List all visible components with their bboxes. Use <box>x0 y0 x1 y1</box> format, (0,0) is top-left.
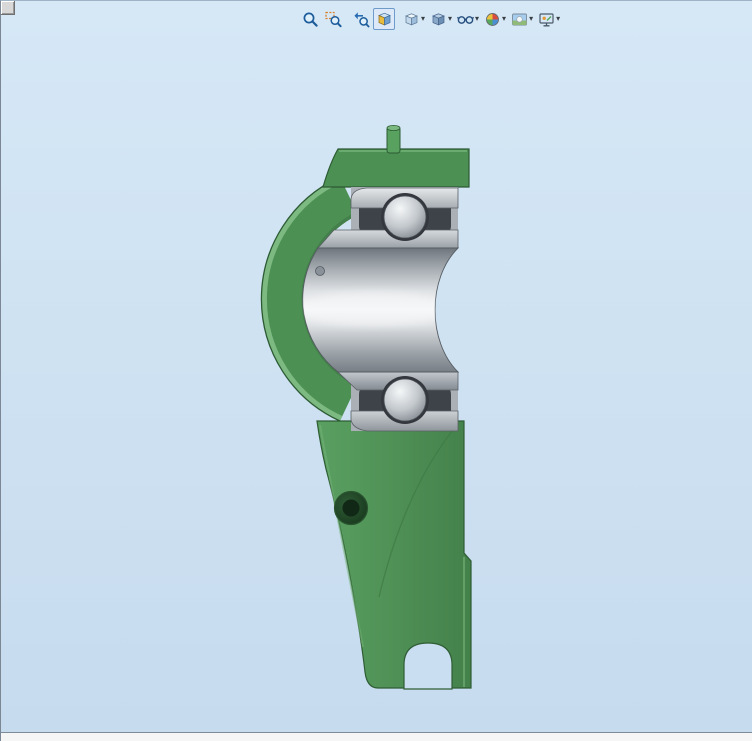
housing-top-face <box>322 148 470 188</box>
scene-picture-icon <box>512 13 528 25</box>
glasses-icon <box>457 15 474 24</box>
display-style-button[interactable]: ▾ <box>428 8 454 30</box>
lube-hole <box>315 266 325 276</box>
heads-up-toolbar: ▾ ▾ ▾ ▾ ▾ ▾ <box>299 7 562 31</box>
dropdown-caret[interactable]: ▾ <box>421 15 425 23</box>
monitor-icon <box>539 12 554 26</box>
previous-view-button[interactable] <box>350 8 372 30</box>
edit-appearance-button[interactable]: ▾ <box>482 8 508 30</box>
dropdown-caret[interactable]: ▾ <box>529 15 533 23</box>
view-orientation-button[interactable]: ▾ <box>401 8 427 30</box>
base-slot-notch <box>403 642 453 690</box>
viewport-canvas[interactable] <box>1 1 752 734</box>
graphics-area <box>1 1 752 734</box>
dropdown-caret[interactable]: ▾ <box>502 15 506 23</box>
dropdown-caret[interactable]: ▾ <box>556 15 560 23</box>
orientation-cube-icon <box>405 12 418 25</box>
zoom-to-fit-button[interactable] <box>299 8 321 30</box>
back-arrow-lens-icon <box>353 11 369 27</box>
shaded-cube-icon <box>432 12 445 25</box>
app-window: ▾ ▾ ▾ ▾ ▾ ▾ <box>0 0 752 741</box>
dropdown-caret[interactable]: ▾ <box>448 15 452 23</box>
section-view-button[interactable] <box>373 8 395 30</box>
magnifier-icon <box>303 12 318 27</box>
apply-scene-button[interactable]: ▾ <box>509 8 535 30</box>
status-bar <box>1 732 752 741</box>
bearing-ball-top <box>383 195 427 239</box>
color-ball-icon <box>486 12 499 26</box>
hide-show-items-button[interactable]: ▾ <box>455 8 481 30</box>
dropdown-caret[interactable]: ▾ <box>475 15 479 23</box>
magnifier-area-icon <box>324 11 342 27</box>
section-cube-icon <box>377 12 391 26</box>
bearing-ball-bottom <box>383 378 427 422</box>
zoom-to-area-button[interactable] <box>322 8 344 30</box>
corner-grip[interactable] <box>1 1 15 15</box>
view-settings-button[interactable]: ▾ <box>536 8 562 30</box>
